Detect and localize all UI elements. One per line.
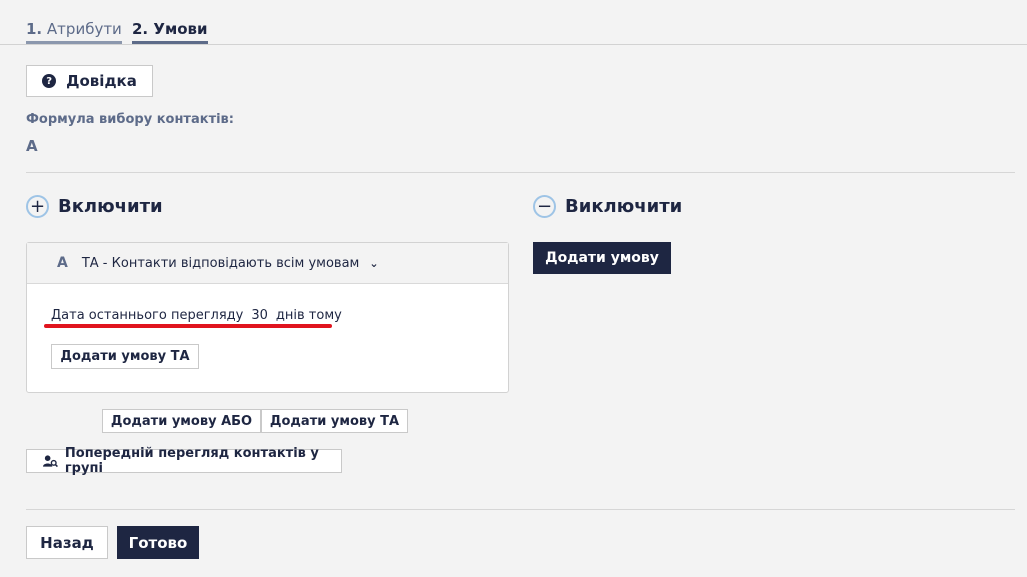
- add-and-condition-button[interactable]: Додати умову ТА: [261, 409, 408, 433]
- plus-circle-icon[interactable]: +: [26, 195, 49, 218]
- divider: [26, 172, 1015, 173]
- tab-number: 1.: [26, 20, 43, 38]
- condition-group-card: A ТА - Контакти відповідають всім умовам…: [26, 242, 509, 393]
- include-title: Включити: [58, 196, 163, 217]
- formula-label: Формула вибору контактів:: [26, 112, 234, 127]
- condition-row[interactable]: Дата останнього перегляду 30 днів тому: [51, 308, 342, 323]
- tab-attributes[interactable]: 1. Атрибути: [26, 20, 122, 44]
- formula-value: A: [26, 137, 38, 155]
- help-button[interactable]: ? Довідка: [26, 65, 153, 97]
- red-underline-annotation: [44, 324, 332, 328]
- group-letter: A: [57, 255, 68, 271]
- divider: [26, 509, 1015, 510]
- add-exclude-condition-button[interactable]: Додати умову: [533, 242, 671, 274]
- group-header[interactable]: A ТА - Контакти відповідають всім умовам…: [27, 243, 508, 284]
- preview-contacts-button[interactable]: Попередній перегляд контактів у групі: [26, 446, 342, 476]
- add-and-condition-inner-button[interactable]: Додати умову ТА: [51, 344, 199, 369]
- add-or-condition-button[interactable]: Додати умову АБО: [102, 409, 261, 433]
- back-button[interactable]: Назад: [26, 526, 108, 559]
- user-search-icon: [43, 455, 58, 468]
- exclude-section-header: − Виключити: [533, 195, 682, 218]
- tab-conditions[interactable]: 2. Умови: [132, 20, 208, 44]
- tab-label: Атрибути: [46, 20, 122, 38]
- help-button-label: Довідка: [66, 72, 137, 90]
- exclude-title: Виключити: [565, 196, 683, 217]
- include-section-header: + Включити: [26, 195, 163, 218]
- condition-value[interactable]: 30: [251, 308, 268, 323]
- condition-field: Дата останнього перегляду: [51, 308, 244, 323]
- tab-number: 2.: [132, 20, 149, 38]
- minus-circle-icon[interactable]: −: [533, 195, 556, 218]
- done-button[interactable]: Готово: [117, 526, 199, 559]
- condition-unit: днів тому: [275, 308, 342, 323]
- preview-contacts-label: Попередній перегляд контактів у групі: [64, 446, 319, 476]
- chevron-down-icon[interactable]: ⌄: [369, 257, 378, 270]
- tab-label: Умови: [153, 20, 208, 38]
- group-title: ТА - Контакти відповідають всім умовам: [81, 255, 360, 271]
- question-circle-icon: ?: [42, 74, 57, 88]
